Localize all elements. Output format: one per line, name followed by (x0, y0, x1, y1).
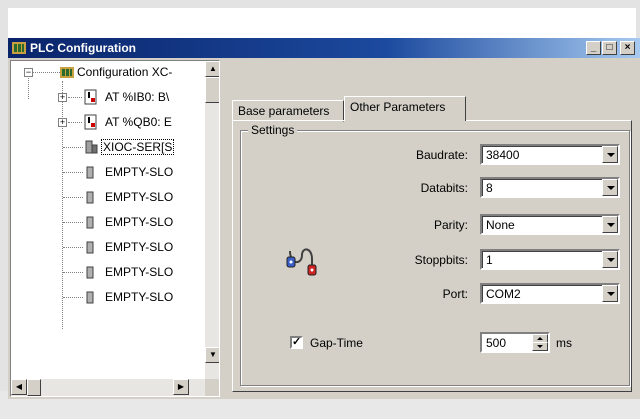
outer-frame-left (0, 0, 8, 419)
tree-item-label: EMPTY-SLO (105, 240, 174, 254)
tree-item-xioc-ser[interactable]: XIOC-SER[S (83, 138, 205, 156)
port-select[interactable]: COM2 (480, 283, 620, 304)
output-variable-icon (84, 114, 97, 130)
tree-item-label: EMPTY-SLO (105, 290, 174, 304)
databits-select[interactable]: 8 (480, 177, 620, 198)
baudrate-value: 38400 (486, 148, 520, 162)
tree-item-label: EMPTY-SLO (105, 190, 174, 204)
databits-label: Databits: (420, 181, 468, 195)
stoppbits-label: Stoppbits: (414, 253, 468, 267)
parity-select[interactable]: None (480, 214, 620, 235)
tree-line (63, 197, 83, 198)
tree-line (63, 222, 83, 223)
tree-vertical-scrollbar[interactable]: ▲ ▼ (205, 61, 219, 379)
chevron-down-icon[interactable] (602, 285, 618, 302)
parameters-panel: Base parameters Other Parameters Setting… (228, 60, 638, 397)
scroll-up-icon[interactable]: ▲ (205, 61, 219, 77)
tree-line (68, 97, 82, 98)
tree-horizontal-scrollbar[interactable]: ◀ ▶ (11, 379, 205, 396)
tree-item-empty-slot[interactable]: EMPTY-SLO (83, 163, 203, 181)
scrollbar-corner (205, 379, 219, 396)
pane-splitter[interactable] (220, 60, 226, 397)
tree-item-label: XIOC-SER[S (101, 139, 175, 155)
serial-interface-icon (286, 248, 317, 276)
tree-line (63, 297, 83, 298)
tree-item-label: EMPTY-SLO (105, 215, 174, 229)
configuration-icon (60, 67, 74, 78)
tree-line (63, 272, 83, 273)
tree-item-input-byte[interactable]: AT %IB0: B\ (83, 88, 203, 106)
outer-frame-top (0, 0, 640, 8)
gap-time-checkbox[interactable]: ✓ (290, 336, 303, 349)
chevron-down-icon[interactable] (602, 251, 618, 268)
gap-time-spinner[interactable]: 500 (480, 332, 550, 353)
tree-item-configuration[interactable]: Configuration XC- (59, 63, 209, 81)
close-button[interactable]: × (620, 41, 635, 55)
empty-slot-icon (86, 216, 94, 229)
tree-expander[interactable]: + (58, 93, 67, 102)
plc-configuration-window: PLC Configuration _ □ × − Configuration … (8, 38, 640, 399)
tab-base-parameters[interactable]: Base parameters (232, 100, 344, 122)
databits-value: 8 (486, 181, 493, 195)
minimize-button[interactable]: _ (586, 41, 601, 55)
empty-slot-icon (86, 241, 94, 254)
tree-expander-root[interactable]: − (24, 68, 33, 77)
gap-time-unit: ms (556, 336, 572, 350)
port-label: Port: (442, 287, 468, 301)
stoppbits-value: 1 (486, 253, 493, 267)
tree-item-empty-slot[interactable]: EMPTY-SLO (83, 213, 203, 231)
tree-item-empty-slot[interactable]: EMPTY-SLO (83, 188, 203, 206)
parity-value: None (486, 218, 515, 232)
tree-item-label: Configuration XC- (77, 65, 173, 79)
tree-line (63, 247, 83, 248)
tree-item-label: EMPTY-SLO (105, 265, 174, 279)
tree-line (68, 122, 82, 123)
spin-down-icon[interactable] (532, 342, 548, 351)
tree-item-label: EMPTY-SLO (105, 165, 174, 179)
chevron-down-icon[interactable] (602, 179, 618, 196)
horizontal-scroll-thumb[interactable] (27, 379, 41, 396)
scroll-right-icon[interactable]: ▶ (173, 379, 189, 395)
spinner-buttons[interactable] (532, 334, 548, 351)
tree-line (28, 72, 62, 73)
tree-item-label: AT %QB0: E (105, 115, 172, 129)
parity-label: Parity: (433, 218, 468, 232)
title-bar[interactable]: PLC Configuration _ □ × (8, 38, 640, 58)
baudrate-select[interactable]: 38400 (480, 144, 620, 165)
gap-time-label: Gap-Time (310, 336, 363, 350)
scroll-left-icon[interactable]: ◀ (11, 379, 27, 395)
vertical-scroll-thumb[interactable] (205, 77, 219, 103)
tree-item-label: AT %IB0: B\ (105, 90, 170, 104)
tree-line (63, 172, 83, 173)
empty-slot-icon (86, 166, 94, 179)
plc-app-icon (12, 42, 26, 54)
tree-expander[interactable]: + (58, 118, 67, 127)
maximize-button[interactable]: □ (602, 41, 617, 55)
chevron-down-icon[interactable] (602, 146, 618, 163)
tree-item-empty-slot[interactable]: EMPTY-SLO (83, 263, 203, 281)
configuration-tree[interactable]: − Configuration XC- + AT %IB0: B\ + AT %… (10, 60, 220, 397)
scroll-down-icon[interactable]: ▼ (205, 347, 219, 363)
tree-item-output-byte[interactable]: AT %QB0: E (83, 113, 203, 131)
tree-line (63, 147, 83, 148)
window-title: PLC Configuration (30, 41, 136, 55)
gap-time-value: 500 (486, 336, 507, 350)
baudrate-label: Baudrate: (415, 148, 468, 162)
chevron-down-icon[interactable] (602, 216, 618, 233)
empty-slot-icon (86, 266, 94, 279)
tree-item-empty-slot[interactable]: EMPTY-SLO (83, 238, 203, 256)
input-variable-icon (84, 89, 97, 105)
empty-slot-icon (86, 291, 94, 304)
tree-item-empty-slot[interactable]: EMPTY-SLO (83, 288, 203, 306)
tab-other-parameters[interactable]: Other Parameters (344, 96, 466, 121)
empty-slot-icon (86, 191, 94, 204)
settings-group-title: Settings (248, 123, 298, 137)
port-value: COM2 (486, 287, 521, 301)
stoppbits-select[interactable]: 1 (480, 249, 620, 270)
module-icon (85, 140, 98, 154)
